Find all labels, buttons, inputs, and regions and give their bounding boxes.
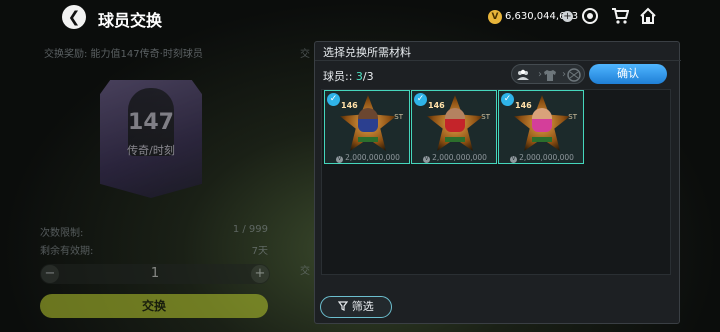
card-price-value: 2,000,000,000 [345,153,400,162]
expiry-value: 7天 [251,246,268,257]
selected-player-card[interactable]: 146 ST ✓ V 2,000,000,000 [324,90,410,164]
back-button[interactable]: ❮ [62,5,86,29]
filter-label: 筛选 [351,300,374,313]
modal-title: 选择兑换所需材料 [323,46,411,59]
selected-player-card[interactable]: 146 ST ✓ V 2,000,000,000 [498,90,584,164]
cart-icon[interactable] [610,7,630,27]
add-coins-button[interactable]: + [562,11,573,22]
card-price: V 2,000,000,000 [416,153,494,163]
count-current: 3 [355,70,363,83]
coin-icon-small: V [423,156,431,163]
top-bar: ❮ 球员交换 V 6,630,044,623 + [0,0,720,36]
exchange-button[interactable]: 交换 [40,294,268,318]
increase-button[interactable]: + [251,265,269,283]
selected-player-card[interactable]: 146 ST ✓ V 2,000,000,000 [411,90,497,164]
card-team-tag [358,137,378,142]
reward-rating: 147 [128,110,174,135]
count-prefix: 球员:: [323,70,356,83]
card-price: V 2,000,000,000 [503,153,581,163]
card-position: ST [394,113,403,121]
quantity-value: 1 [150,266,160,281]
divider [315,60,681,61]
card-price-value: 2,000,000,000 [519,153,574,162]
card-rating: 146 [515,101,532,110]
player-count: 球员:: 3/3 [323,68,374,84]
ball-icon[interactable] [567,68,581,82]
card-team-tag [532,137,552,142]
jersey-icon[interactable] [543,68,557,82]
card-team-tag [445,137,465,142]
target-icon[interactable] [580,7,600,27]
card-price-value: 2,000,000,000 [432,153,487,162]
filter-icon [338,300,352,313]
count-total: /3 [362,70,374,83]
card-price: V 2,000,000,000 [329,153,407,163]
page-title: 球员交换 [98,11,163,30]
filter-toggle-group[interactable]: › › [511,64,585,84]
reward-card[interactable]: 147 传奇/时刻 [100,80,202,198]
player-portrait [445,108,465,132]
card-rating: 146 [428,101,445,110]
home-icon[interactable] [638,7,658,27]
filter-button[interactable]: 筛选 [320,296,392,318]
limit-value: 1 / 999 [232,224,268,235]
quantity-stepper: 1 − + [40,264,270,284]
player-portrait [532,108,552,132]
limit-label: 次数限制: [40,228,84,239]
coin-icon: V [488,10,502,24]
reward-type: 传奇/时刻 [127,144,175,157]
coin-icon-small: V [336,156,344,163]
exchange-info-panel: 交换奖励: 能力值147传奇·时刻球员 147 传奇/时刻 次数限制: 1 / … [0,36,300,332]
selected-cards-grid: 146 ST ✓ V 2,000,000,000 146 ST ✓ V 2,000,… [321,89,671,275]
card-rating: 146 [341,101,358,110]
team-icon[interactable] [516,68,530,82]
check-icon: ✓ [501,93,514,106]
material-select-modal: 选择兑换所需材料 球员:: 3/3 › › 确认 146 ST ✓ V 2,000… [314,41,681,324]
card-position: ST [481,113,490,121]
decrease-button[interactable]: − [41,265,59,283]
reward-description: 交换奖励: 能力值147传奇·时刻球员 [44,49,203,60]
coin-icon-small: V [510,156,518,163]
expiry-label: 剩余有效期: [40,246,94,257]
confirm-button[interactable]: 确认 [589,64,667,84]
check-icon: ✓ [414,93,427,106]
hidden-column-label: 交 [300,49,310,60]
card-position: ST [568,113,577,121]
check-icon: ✓ [327,93,340,106]
hidden-column-label-bottom: 交 [300,266,310,277]
player-portrait [358,108,378,132]
